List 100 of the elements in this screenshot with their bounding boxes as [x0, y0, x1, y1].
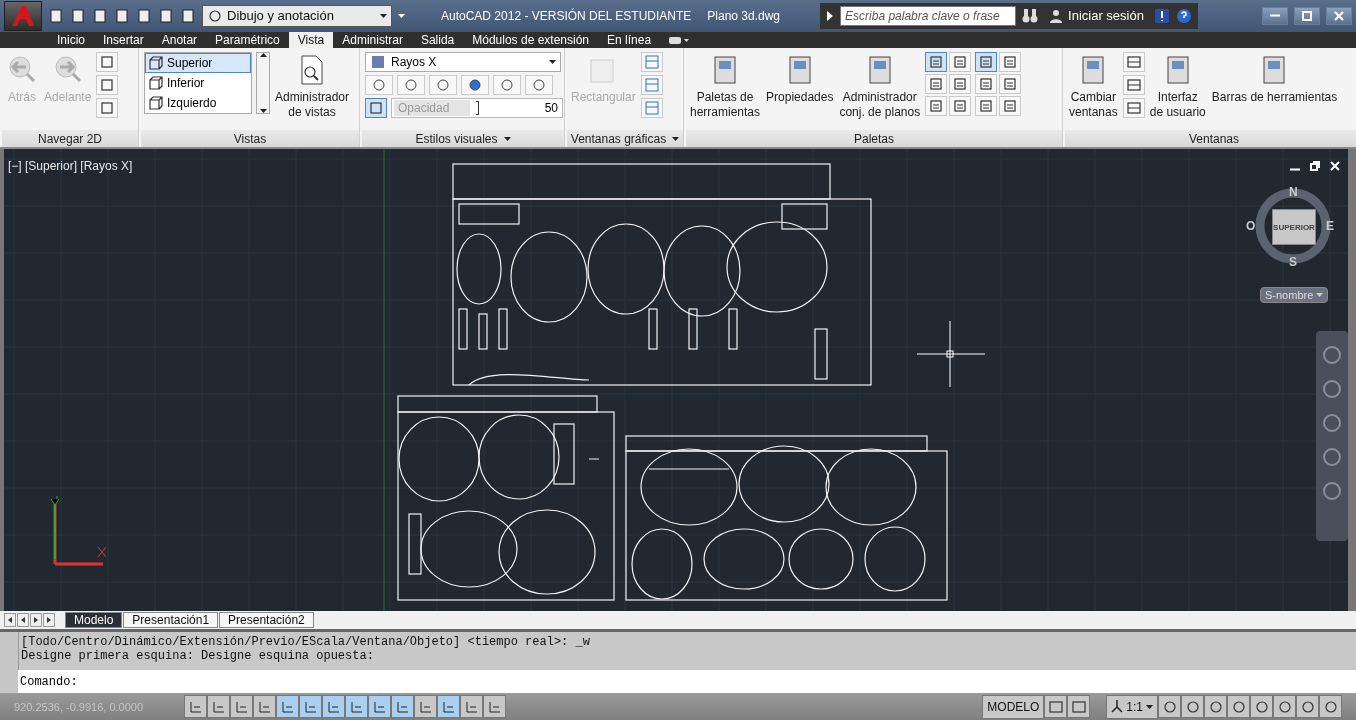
panel-title[interactable]: Vistas [141, 130, 359, 148]
tool-button[interactable] [1122, 51, 1145, 72]
tool-button[interactable] [461, 74, 489, 95]
tool-button[interactable] [949, 73, 972, 94]
status-button[interactable] [1319, 695, 1342, 719]
compass-south: S [1289, 255, 1297, 270]
status-button[interactable] [1181, 695, 1204, 719]
tool-button[interactable] [925, 51, 948, 72]
ucs-menu[interactable]: S-nombre [1260, 287, 1328, 304]
tool-button[interactable] [975, 51, 998, 72]
compass-east: E [1326, 219, 1334, 234]
status-toggle[interactable] [437, 695, 460, 719]
status-toggle[interactable] [345, 695, 368, 719]
view-item[interactable]: Izquierdo [145, 92, 251, 113]
visual-style-dropdown[interactable]: Rayos X [365, 51, 561, 72]
layout-tab[interactable]: Presentación1 [123, 612, 219, 629]
tab-scroll-button[interactable] [43, 613, 55, 628]
status-button[interactable] [1204, 695, 1227, 719]
status-button[interactable] [1250, 695, 1273, 719]
tool-button[interactable] [1122, 74, 1145, 95]
xray-toggle[interactable] [365, 97, 387, 118]
tool-button[interactable] [493, 74, 521, 95]
tool-button[interactable] [365, 74, 393, 95]
tool-button[interactable] [949, 51, 972, 72]
status-toggle[interactable] [414, 695, 437, 719]
model-space-label[interactable]: MODELO [982, 694, 1045, 719]
opacity-slider[interactable]: Opacidad 50 [391, 97, 563, 118]
window-control-button[interactable] [1326, 6, 1352, 25]
command-line-field[interactable]: Comando: [18, 670, 1356, 694]
viewcube-face[interactable]: SUPERIOR [1272, 209, 1316, 246]
tool-button[interactable] [925, 73, 948, 94]
ribbon-tab[interactable]: Salida [411, 31, 464, 48]
ribbon-tab[interactable]: Insertar [94, 31, 153, 48]
ribbon-button[interactable]: Barras de herramientas [1210, 51, 1339, 107]
panel-title[interactable]: Paletas [686, 130, 1062, 148]
tool-button[interactable] [975, 95, 998, 116]
view-item[interactable]: Inferior [145, 72, 251, 93]
ribbon-button[interactable]: Interfaz de usuario [1148, 51, 1207, 122]
status-button[interactable] [1044, 695, 1068, 719]
tool-button[interactable] [525, 74, 553, 95]
tool-button[interactable] [96, 51, 119, 72]
status-button[interactable] [1227, 695, 1250, 719]
status-toggle[interactable] [322, 695, 345, 719]
tool-button[interactable] [397, 74, 425, 95]
ribbon-button[interactable]: Cambiar ventanas [1068, 51, 1119, 122]
status-toggle[interactable] [207, 695, 230, 719]
ribbon-button[interactable]: Administrador conj. de planos [838, 51, 922, 122]
ribbon-tab[interactable]: Administrar [333, 31, 412, 48]
status-button[interactable] [1273, 695, 1296, 719]
tab-scroll-button[interactable] [30, 613, 42, 628]
panel-title[interactable]: Navegar 2D [2, 130, 138, 148]
layout-tab[interactable]: Modelo [65, 612, 123, 629]
search-field[interactable]: Escriba palabra clave o frase [840, 5, 1017, 26]
tool-button[interactable] [999, 95, 1022, 116]
window-control-button[interactable] [1262, 6, 1288, 25]
ribbon-tab[interactable]: En línea [598, 31, 661, 48]
tab-scroll-button[interactable] [4, 613, 16, 628]
tab-scroll-button[interactable] [17, 613, 29, 628]
annotation-scale[interactable]: 1:1 [1106, 694, 1158, 719]
window-control-button[interactable] [1294, 6, 1320, 25]
workspace-dropdown[interactable]: Dibujo y anotación [202, 4, 392, 27]
status-toggle[interactable] [184, 695, 207, 719]
status-toggle[interactable] [253, 695, 276, 719]
ribbon-tab[interactable]: Módulos de extensión [463, 31, 598, 48]
status-toggle[interactable] [368, 695, 391, 719]
status-button[interactable] [1067, 695, 1091, 719]
status-toggle[interactable] [483, 695, 506, 719]
tool-button[interactable] [96, 97, 119, 118]
ribbon-tab[interactable]: Paramétrico [206, 31, 289, 48]
list-scrollbar[interactable] [256, 51, 270, 114]
layout-tab[interactable]: Presentación2 [219, 612, 314, 629]
command-history-line: [Todo/Centro/Dinámico/Extensión/Previo/EScala/Ventana/Objeto] <tiempo real>: _w [21, 635, 591, 650]
status-button[interactable] [1296, 695, 1319, 719]
status-button[interactable] [1158, 695, 1181, 719]
view-manager-button[interactable]: Administrador de vistas [274, 51, 351, 122]
view-item[interactable]: Superior [145, 52, 251, 73]
status-toggle[interactable] [276, 695, 299, 719]
ribbon-button[interactable]: Paletas de herramientas [689, 51, 762, 122]
slider-thumb[interactable] [475, 100, 479, 115]
status-toggle[interactable] [460, 695, 483, 719]
ribbon-tab[interactable]: Inicio [48, 31, 94, 48]
tool-button[interactable] [925, 95, 948, 116]
panel-title[interactable]: Ventanas gráficas [567, 130, 683, 148]
status-toggle[interactable] [230, 695, 253, 719]
tool-button[interactable] [1122, 97, 1145, 118]
ribbon-button[interactable]: Propiedades [765, 51, 835, 107]
tool-button[interactable] [999, 51, 1022, 72]
status-toggle[interactable] [391, 695, 414, 719]
tool-button[interactable] [975, 73, 998, 94]
tool-button[interactable] [96, 74, 119, 95]
panel-title[interactable]: Estilos visuales [362, 130, 564, 148]
tool-button[interactable] [429, 74, 457, 95]
tool-button[interactable] [949, 95, 972, 116]
sign-in-button[interactable]: Iniciar sesión [1044, 7, 1148, 24]
ribbon-tab[interactable]: Anotar [152, 31, 207, 48]
panel-title[interactable]: Ventanas [1065, 130, 1356, 148]
status-toggle[interactable] [299, 695, 322, 719]
tool-button[interactable] [999, 73, 1022, 94]
viewport-label[interactable]: [−] [Superior] [Rayos X] [8, 159, 133, 174]
application-menu-button[interactable] [4, 0, 42, 31]
